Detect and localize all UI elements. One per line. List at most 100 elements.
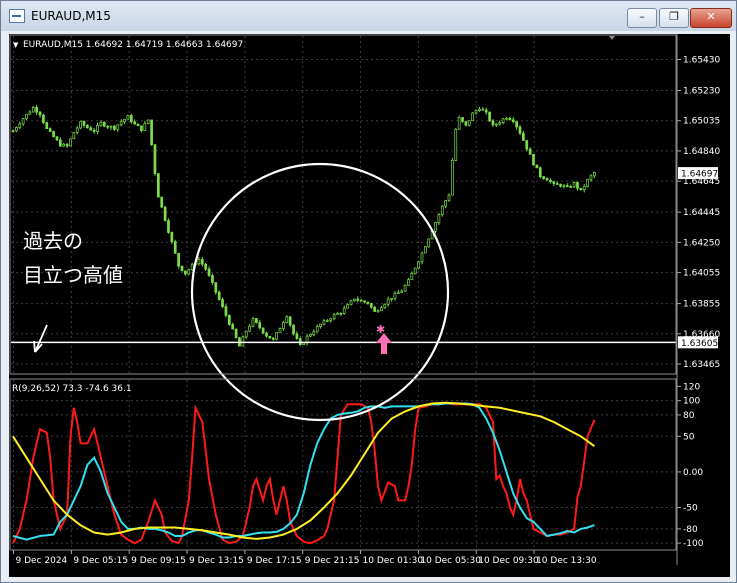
x-tick-label: 10 Dec 01:30 [363,556,424,566]
indicator-tick-label: -100 [683,539,704,549]
indicator-line-mid [12,402,595,541]
candle-body [488,111,491,122]
candle-body [579,187,583,191]
candle-body [214,282,218,293]
price-tick-label: 1.64840 [683,147,720,157]
candle-body [153,144,157,174]
candle-body [593,172,596,177]
indicator-header: R(9,26,52) 73.3 -74.6 36.1 [12,384,132,394]
candle-body [339,312,343,315]
candle-body [261,327,265,334]
candle-body [359,299,363,302]
price-tick-label: 1.64250 [683,238,720,248]
candle-body [200,259,204,265]
candle-body [545,178,549,181]
candle-body [373,306,377,312]
x-tick-label: 9 Dec 2024 [16,556,68,566]
candle-body [552,181,556,184]
title-bar[interactable]: EURAUD,M15 – ❐ ✕ [1,1,736,31]
candle-body [136,123,140,127]
candle-body [282,322,285,329]
candle-body [420,252,424,263]
chart-shift-icon [609,36,615,40]
candle-body [447,194,451,201]
candle-body [21,118,25,125]
candle-body [427,238,431,248]
candle-body [69,138,72,147]
candle-body [342,307,346,314]
price-tick-label: 1.65035 [683,117,720,127]
candle-body [89,127,93,131]
candle-body [346,304,349,309]
candle-body [278,328,282,333]
candle-body [559,184,562,187]
candle-body [255,318,258,323]
candle-body [555,183,559,185]
candle-body [542,176,546,179]
annotation-pointer [34,324,48,353]
candle-body [461,117,464,122]
close-button[interactable]: ✕ [690,8,732,28]
candle-body [494,123,498,126]
indicator-lines [12,401,596,545]
candle-body [35,106,39,113]
candle-body [82,121,86,126]
candle-body [265,332,268,337]
candle-body [268,335,272,339]
candle-body [234,328,238,339]
x-tick-label: 9 Dec 17:15 [247,556,302,566]
indicator-tick-label: 100 [683,397,700,407]
candle-body [515,121,518,128]
candle-body [440,205,444,215]
candle-body [285,316,289,324]
candle-body [119,121,123,126]
overlay-layer: 過去の目立つ高値 ✱ EURAUD,M15 1.64692 1.64719 1.64… [11,36,718,422]
x-tick-label: 10 Dec 09:30 [478,556,539,566]
candle-body [464,121,468,126]
chart-area[interactable]: 過去の 目立つ高値 ✱ EURAUD,M15 1.64692 1.64719 1.64… [9,34,730,577]
chart-window-icon [9,9,25,23]
candle-body [288,316,292,326]
chart-canvas[interactable]: 過去の目立つ高値 ✱ EURAUD,M15 1.64692 1.64719 1.64… [9,34,730,577]
annotation-text-line1: 過去の [23,229,83,253]
highlight-circle [190,162,450,422]
candle-body [532,153,535,166]
annotation-text-line2: 目立つ高値 [23,263,123,287]
candle-body [271,337,275,340]
candle-body [508,117,512,121]
candle-body [315,326,319,333]
candle-body [356,298,360,301]
x-tick-label: 10 Dec 05:30 [420,556,481,566]
restore-button[interactable]: ❐ [659,8,689,28]
candle-body [211,275,214,283]
candle-body [383,303,387,308]
candle-body [18,123,22,128]
price-tick-label: 1.64645 [683,177,720,187]
minimize-button[interactable]: – [627,8,657,28]
candle-body [549,179,552,183]
price-tick-label: 1.65230 [683,86,720,96]
candle-body [562,185,566,188]
candle-body [113,125,116,130]
candle-body [505,117,508,120]
indicator-tick-label: 50 [683,432,695,442]
candle-body [498,122,502,125]
price-tick-label: 1.63465 [683,360,720,370]
candle-body [102,121,106,127]
candle-body [400,290,404,293]
candle-body [565,185,569,188]
candle-body [535,164,539,169]
candle-body [15,127,18,132]
candle-body [329,318,333,321]
candle-body [407,279,410,286]
candle-body [467,120,471,126]
indicator-tick-label: -80 [683,525,698,535]
indicator-tick-label: 120 [683,382,700,392]
candle-body [325,320,329,322]
candle-body [28,111,32,115]
candle-body [538,167,542,178]
candle-body [42,114,45,123]
candle-body [258,322,262,329]
candle-body [353,298,356,302]
candle-body [62,143,66,147]
